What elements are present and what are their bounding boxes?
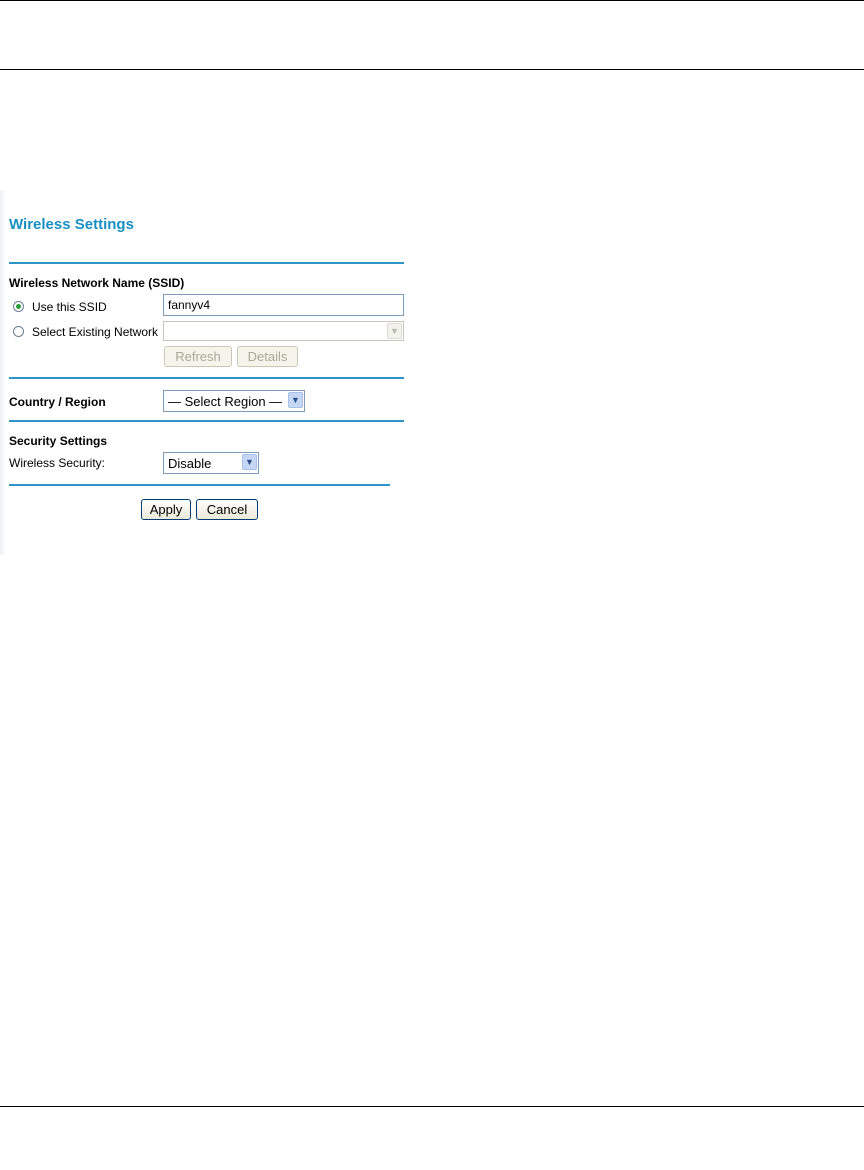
wireless-security-select[interactable]: Disable ▼ [163,452,259,474]
refresh-button[interactable]: Refresh [164,346,232,367]
wireless-security-label: Wireless Security: [9,456,106,470]
security-settings-heading: Security Settings [9,434,108,448]
region-select[interactable]: — Select Region — ▼ [163,390,305,412]
cancel-button[interactable]: Cancel [196,499,258,520]
ssid-section-heading: Wireless Network Name (SSID) [9,276,185,290]
page-top-rule [0,0,864,1]
use-ssid-radio[interactable] [13,301,24,312]
section-divider [9,262,404,264]
apply-button[interactable]: Apply [141,499,191,520]
select-existing-network-radio[interactable] [13,326,24,337]
use-ssid-label: Use this SSID [32,300,107,314]
wireless-security-value: Disable [168,456,212,471]
chevron-down-icon: ▼ [288,392,303,408]
region-selected-value: — Select Region — [168,394,283,409]
wireless-settings-panel: Wireless Settings Wireless Network Name … [0,190,415,555]
details-button[interactable]: Details [237,346,298,367]
select-existing-network-label: Select Existing Network [32,325,159,339]
section-divider [9,420,404,422]
existing-network-select[interactable]: ▼ [163,321,404,341]
section-divider [9,484,390,486]
page-header-rule [0,69,864,70]
chevron-down-icon: ▼ [242,454,257,470]
chevron-down-icon: ▼ [387,323,402,339]
page-title: Wireless Settings [9,216,134,233]
ssid-input[interactable]: fannyv4 [163,294,404,316]
page-footer-rule [0,1106,864,1107]
country-region-label: Country / Region [9,395,106,409]
section-divider [9,377,404,379]
